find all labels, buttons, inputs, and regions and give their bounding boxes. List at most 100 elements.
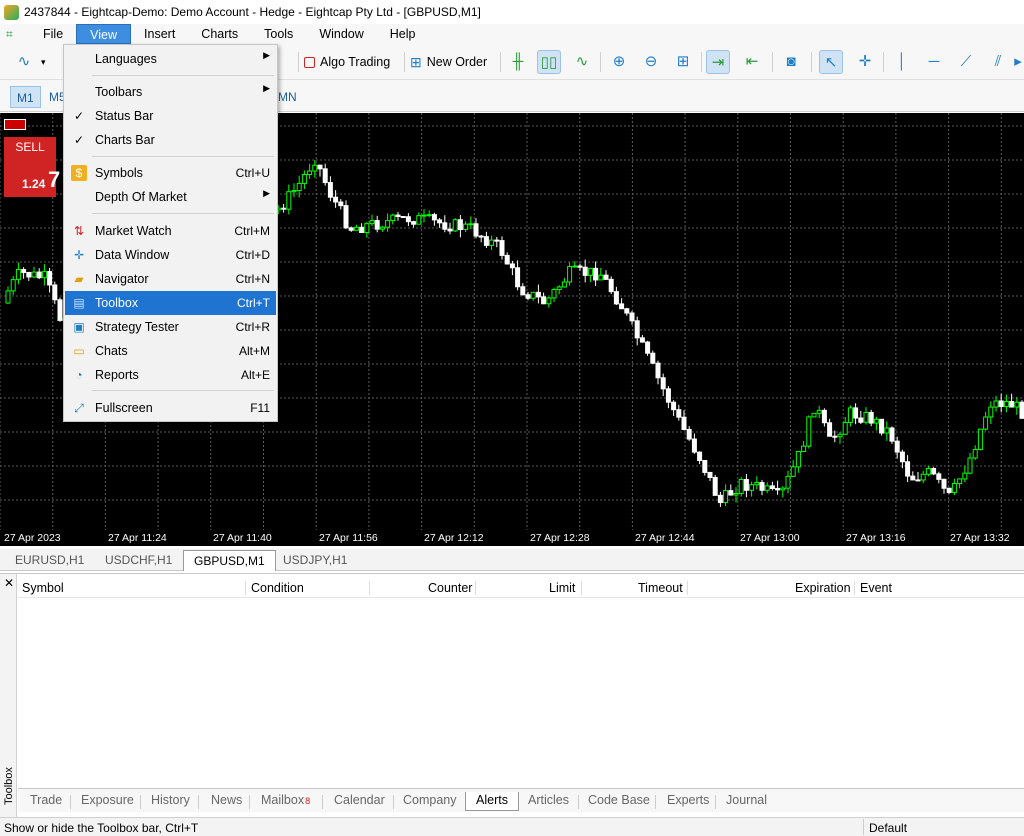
menu-view[interactable]: View: [76, 24, 132, 44]
line-chart-icon: ∿: [17, 53, 31, 70]
crosshair-icon: ✛: [858, 53, 872, 70]
candle-body: [977, 428, 983, 450]
tab-experts[interactable]: Experts: [663, 792, 713, 811]
column-divider[interactable]: [475, 581, 476, 595]
zoom-in-button[interactable]: ⊕: [607, 50, 631, 74]
column-divider[interactable]: [369, 581, 370, 595]
tab-code-base[interactable]: Code Base: [584, 792, 654, 811]
crosshair-button[interactable]: ✛: [853, 50, 877, 74]
close-icon[interactable]: ✕: [4, 576, 14, 590]
chart-shift-button[interactable]: ⇤: [740, 50, 764, 74]
tab-divider: [578, 795, 579, 809]
column-condition[interactable]: Condition: [251, 581, 304, 595]
menu-item-shortcut: Ctrl+T: [237, 296, 270, 310]
algo-trading-button[interactable]: Algo Trading: [304, 50, 390, 74]
cursor-button[interactable]: ↖: [819, 50, 843, 74]
bar-chart-button[interactable]: ╫: [506, 50, 530, 74]
candlestick-button[interactable]: ▯▯: [537, 50, 561, 74]
timeframe-m1[interactable]: M1: [10, 86, 41, 108]
submenu-arrow-icon: ▶: [263, 188, 270, 198]
menu-divider: [92, 390, 274, 391]
trendline-button[interactable]: ⟋: [954, 50, 978, 74]
candle-body: [697, 451, 703, 461]
tab-exposure[interactable]: Exposure: [77, 792, 138, 811]
status-profile[interactable]: Default: [869, 821, 907, 835]
menu-file[interactable]: File: [30, 24, 76, 44]
column-event[interactable]: Event: [860, 581, 892, 595]
column-symbol[interactable]: Symbol: [22, 581, 64, 595]
menu-window[interactable]: Window: [306, 24, 376, 44]
column-timeout[interactable]: Timeout: [638, 581, 683, 595]
tab-mailbox[interactable]: Mailbox8: [257, 792, 314, 811]
candle-body: [556, 286, 562, 291]
chart-tab-usdjpy[interactable]: USDJPY,H1: [273, 550, 357, 571]
sell-price: 1.24: [22, 177, 46, 191]
tab-news[interactable]: News: [207, 792, 246, 811]
tab-divider: [655, 795, 656, 809]
cursor-icon: ↖: [819, 50, 843, 74]
screenshot-button[interactable]: ◙: [779, 50, 803, 74]
column-divider[interactable]: [581, 581, 582, 595]
time-label: 27 Apr 12:12: [424, 532, 484, 544]
tab-company[interactable]: Company: [399, 792, 461, 811]
candle-body: [281, 207, 287, 210]
menu-item-toolbox[interactable]: ▤ Toolbox Ctrl+T: [65, 291, 276, 315]
menu-item-depth-of-market[interactable]: Depth Of Market ▶: [65, 185, 276, 209]
column-divider[interactable]: [245, 581, 246, 595]
column-expiration[interactable]: Expiration: [795, 581, 851, 595]
menu-item-label: Status Bar: [95, 109, 154, 123]
menu-charts[interactable]: Charts: [188, 24, 251, 44]
menu-tools[interactable]: Tools: [251, 24, 306, 44]
menu-item-data-window[interactable]: ✛ Data Window Ctrl+D: [65, 243, 276, 267]
tab-journal[interactable]: Journal: [722, 792, 771, 811]
menu-help[interactable]: Help: [377, 24, 429, 44]
candle-body: [665, 388, 671, 403]
candle-body: [437, 219, 443, 224]
column-divider[interactable]: [687, 581, 688, 595]
tab-articles[interactable]: Articles: [524, 792, 573, 811]
menu-item-shortcut: Ctrl+R: [235, 320, 270, 334]
menu-item-charts-bar[interactable]: ✓ Charts Bar: [65, 128, 276, 152]
candle-body: [957, 478, 963, 485]
horizontal-line-button[interactable]: ─: [922, 50, 946, 74]
menu-item-reports[interactable]: ◔ Reports Alt+E: [65, 363, 276, 387]
tab-calendar[interactable]: Calendar: [330, 792, 389, 811]
tab-trade[interactable]: Trade: [26, 792, 66, 811]
menu-item-toolbars[interactable]: Toolbars ▶: [65, 80, 276, 104]
menu-item-market-watch[interactable]: ⇅ Market Watch Ctrl+M: [65, 219, 276, 243]
zoom-out-button[interactable]: ⊖: [639, 50, 663, 74]
candle-body: [395, 214, 401, 218]
menu-item-fullscreen[interactable]: ⤢ Fullscreen F11: [65, 396, 276, 420]
menu-item-languages[interactable]: Languages ▶: [65, 47, 276, 71]
tab-alerts[interactable]: Alerts: [465, 792, 519, 811]
chart-type-button[interactable]: ∿ ▾: [12, 50, 46, 74]
chart-tab-gbpusd[interactable]: GBPUSD,M1: [183, 550, 276, 571]
menu-item-navigator[interactable]: ▰ Navigator Ctrl+N: [65, 267, 276, 291]
column-limit[interactable]: Limit: [549, 581, 575, 595]
candle-body: [431, 214, 437, 221]
line-button[interactable]: ∿: [570, 50, 594, 74]
tile-windows-button[interactable]: ⊞: [671, 50, 695, 74]
tab-history[interactable]: History: [147, 792, 194, 811]
status-message: Show or hide the Toolbox bar, Ctrl+T: [4, 821, 199, 835]
autoscroll-button[interactable]: ⇥: [706, 50, 730, 74]
vertical-line-button[interactable]: │: [890, 50, 914, 74]
chart-tab-eurusd[interactable]: EURUSD,H1: [5, 550, 94, 571]
menu-item-status-bar[interactable]: ✓ Status Bar: [65, 104, 276, 128]
menu-item-strategy-tester[interactable]: ▣ Strategy Tester Ctrl+R: [65, 315, 276, 339]
column-divider[interactable]: [854, 581, 855, 595]
time-label: 27 Apr 13:16: [846, 532, 906, 544]
toolbox-panel: ✕ Toolbox Symbol Condition Counter Limit…: [0, 573, 1024, 818]
sell-button[interactable]: SELL 1.24 7: [4, 137, 60, 197]
new-order-button[interactable]: ⊞ New Order: [410, 50, 487, 74]
menu-bar: ⌗ File View Insert Charts Tools Window H…: [0, 24, 1024, 44]
menu-item-chats[interactable]: ▭ Chats Alt+M: [65, 339, 276, 363]
menu-insert[interactable]: Insert: [131, 24, 188, 44]
menu-item-symbols[interactable]: $ Symbols Ctrl+U: [65, 161, 276, 185]
menu-item-label: Chats: [95, 344, 128, 358]
chart-window-icon[interactable]: ⌗: [6, 27, 22, 41]
column-counter[interactable]: Counter: [428, 581, 472, 595]
channel-button[interactable]: ⫽: [986, 50, 1010, 74]
chart-tab-usdchf[interactable]: USDCHF,H1: [95, 550, 182, 571]
more-tools-button[interactable]: ▸: [1012, 50, 1024, 74]
